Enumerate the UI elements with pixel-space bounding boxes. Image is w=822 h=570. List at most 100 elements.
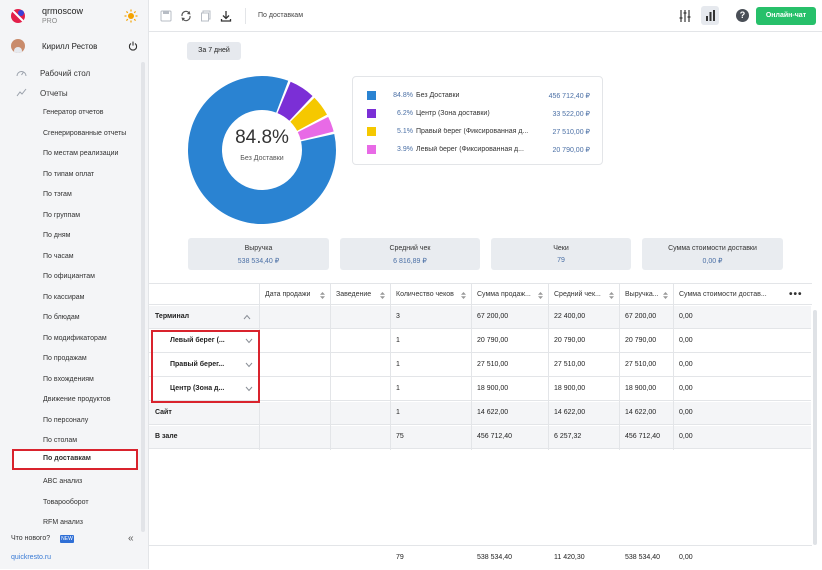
column-divider (673, 283, 674, 450)
legend-item[interactable]: 6.2% Центр (Зона доставки) 33 522,00 ₽ (353, 105, 604, 123)
filter-settings-icon[interactable] (677, 8, 693, 24)
help-icon[interactable]: ? (736, 9, 749, 22)
sidebar-item[interactable]: По блюдам (0, 308, 140, 328)
table-group-row[interactable]: Терминал 3 67 200,00 22 400,00 67 200,00 0,00 (149, 306, 811, 329)
sidebar-item[interactable]: Товарооборот (0, 493, 140, 513)
kpi-value: 538 534,40 ₽ (237, 258, 280, 265)
sidebar-item[interactable]: По вхождениям (0, 370, 140, 390)
sidebar-item[interactable]: Генератор отчетов (0, 103, 140, 123)
sidebar-item[interactable]: ABC анализ (0, 472, 140, 492)
sidebar-item[interactable]: По типам оплат (0, 165, 140, 185)
sidebar-item-label: Движение продуктов (43, 396, 111, 403)
table-cell: 14 622,00 (477, 409, 509, 416)
table-cell: 27 510,00 (554, 361, 586, 368)
sidebar-item[interactable]: По столам (0, 431, 140, 451)
sidebar-item[interactable]: По местам реализации (0, 144, 140, 164)
table-cell: 0,00 (679, 337, 693, 344)
table-cell: 1 (396, 385, 400, 392)
table-cell: 67 200,00 (625, 313, 657, 320)
sidebar-item[interactable]: RFM анализ (0, 513, 140, 533)
table-cell: 456 712,40 (477, 433, 513, 440)
whats-new-link[interactable]: Что нового? (11, 535, 50, 542)
footer-cell: 11 420,30 (554, 554, 585, 561)
sidebar-item[interactable]: По тэгам (0, 185, 140, 205)
sidebar-item[interactable]: По дням (0, 226, 140, 246)
legend-swatch (367, 109, 376, 118)
table-scrollbar[interactable] (813, 310, 817, 545)
table-cell: 0,00 (679, 313, 693, 320)
sidebar-item-label: ABC анализ (43, 478, 83, 485)
bar-chart-icon (706, 10, 715, 21)
sort-icon[interactable] (461, 292, 466, 299)
download-icon[interactable] (220, 10, 232, 22)
power-icon[interactable] (128, 41, 138, 51)
legend-item[interactable]: 3.9% Левый берег (Фиксированная д... 20 79… (353, 141, 604, 159)
sidebar-scrollbar[interactable] (141, 62, 145, 532)
table-cell: 22 400,00 (554, 313, 586, 320)
nav-reports[interactable]: Отчеты (0, 84, 140, 102)
row-name: В зале (155, 433, 178, 440)
refresh-icon[interactable] (180, 10, 192, 22)
sidebar-item-label: Сгенерированные отчеты (43, 129, 127, 137)
sidebar-item-label: По официантам (43, 273, 95, 280)
legend-swatch (367, 127, 376, 136)
column-header[interactable]: Сумма продаж... (471, 284, 548, 306)
kpi-title: Средний чек (389, 245, 431, 252)
kpi-title: Выручка (244, 245, 273, 252)
table-cell: 1 (396, 361, 400, 368)
column-header-label: Сумма продаж... (477, 291, 531, 298)
sidebar-item[interactable]: Сгенерированные отчеты (0, 124, 140, 144)
sort-icon[interactable] (320, 292, 325, 299)
period-chip[interactable]: За 7 дней (187, 42, 241, 60)
sidebar-item[interactable]: По персоналу (0, 411, 140, 431)
footer-cell: 538 534,40 (625, 554, 661, 561)
table-group-row[interactable]: В зале 75 456 712,40 6 257,32 456 712,40 0,00 (149, 426, 811, 449)
table-cell: 20 790,00 (554, 337, 586, 344)
sidebar-item[interactable]: По официантам (0, 267, 140, 287)
sidebar-item[interactable]: По продажам (0, 349, 140, 369)
sidebar-item[interactable]: По группам (0, 206, 140, 226)
legend-item[interactable]: 84.8% Без Доставки 456 712,40 ₽ (353, 87, 604, 105)
table-cell: 20 790,00 (625, 337, 657, 344)
column-header-label: Средний чек... (554, 291, 601, 298)
table-cell: 1 (396, 409, 400, 416)
new-badge: NEW (60, 535, 74, 543)
column-divider (330, 283, 331, 450)
legend-pct: 5.1% (397, 128, 413, 135)
sidebar-item[interactable]: По кассирам (0, 288, 140, 308)
copy-icon[interactable] (200, 10, 212, 22)
topbar: По доставкам ? Онлайн-чат (149, 0, 822, 32)
save-icon[interactable] (160, 10, 172, 22)
kpi-card: Сумма стоимости доставки 0,00 ₽ (642, 238, 783, 270)
sun-icon[interactable] (124, 9, 138, 23)
sort-icon[interactable] (609, 292, 614, 299)
sidebar-item[interactable]: Движение продуктов (0, 390, 140, 410)
collapse-sidebar-icon[interactable]: « (128, 533, 134, 544)
reports-icon (16, 88, 27, 97)
sidebar-item[interactable]: По доставкам (12, 449, 138, 470)
sort-icon[interactable] (380, 292, 385, 299)
legend-item[interactable]: 5.1% Правый берег (Фиксированная д... 27 5… (353, 123, 604, 141)
sidebar-item-label: По местам реализации (43, 150, 119, 157)
nav-dashboard[interactable]: Рабочий стол (0, 64, 140, 82)
column-header-label: Сумма стоимости достав... (679, 291, 767, 298)
dashboard-icon (16, 71, 27, 77)
brand-plan: PRO (42, 18, 58, 25)
column-header[interactable]: Сумма стоимости достав... (673, 284, 783, 306)
more-options-icon[interactable]: ••• (789, 289, 803, 300)
legend-swatch (367, 145, 376, 154)
sidebar-item[interactable]: По часам (0, 247, 140, 267)
chevron-up-icon[interactable] (243, 314, 251, 320)
sort-icon[interactable] (538, 292, 543, 299)
site-link[interactable]: quickresto.ru (11, 554, 51, 561)
chart-view-button[interactable] (701, 6, 719, 25)
sidebar-item-label: По типам оплат (43, 170, 95, 178)
donut-slice[interactable] (188, 75, 336, 224)
sort-icon[interactable] (663, 292, 668, 299)
kpi-value: 0,00 ₽ (702, 258, 723, 265)
row-name: Терминал (155, 313, 190, 320)
column-header[interactable]: Количество чеков (390, 284, 471, 306)
table-group-row[interactable]: Сайт 1 14 622,00 14 622,00 14 622,00 0,00 (149, 402, 811, 425)
sidebar-item[interactable]: По модификаторам (0, 329, 140, 349)
online-chat-button[interactable]: Онлайн-чат (756, 7, 816, 25)
